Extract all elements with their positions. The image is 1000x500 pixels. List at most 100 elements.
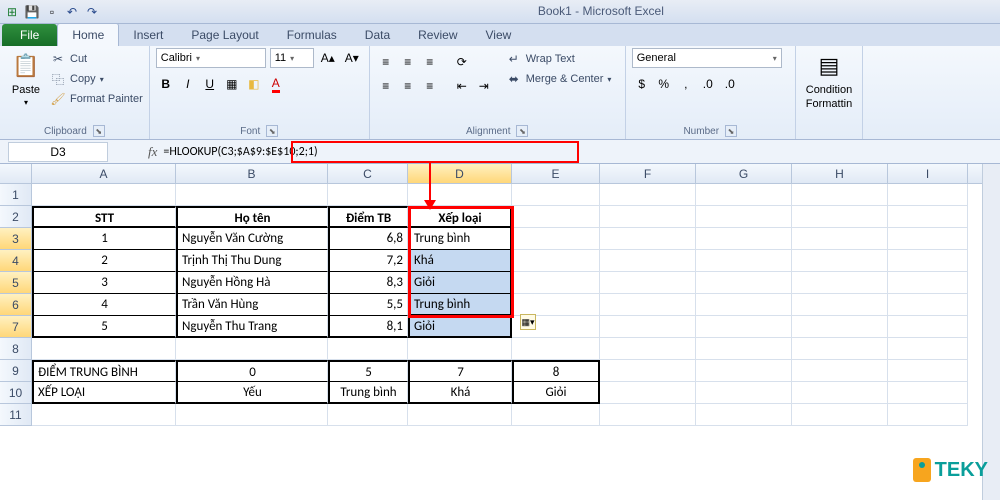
new-icon[interactable]: ▫: [44, 4, 60, 20]
cell[interactable]: [792, 316, 888, 338]
cell[interactable]: [888, 338, 968, 360]
row-4[interactable]: 4: [0, 250, 32, 272]
cell[interactable]: [512, 272, 600, 294]
cell[interactable]: [176, 184, 328, 206]
fill-color-button[interactable]: ◧: [244, 74, 264, 94]
cell[interactable]: [696, 228, 792, 250]
cell[interactable]: [792, 250, 888, 272]
cell[interactable]: [408, 338, 512, 360]
cell[interactable]: [888, 272, 968, 294]
cell[interactable]: [792, 360, 888, 382]
increase-font-icon[interactable]: A▴: [318, 48, 338, 68]
col-D[interactable]: D: [408, 164, 512, 183]
cell[interactable]: Giỏi: [408, 272, 512, 294]
align-bottom-icon[interactable]: ≡: [420, 52, 440, 72]
paste-button[interactable]: 📋 Paste ▾: [6, 48, 46, 109]
decrease-font-icon[interactable]: A▾: [342, 48, 362, 68]
cell[interactable]: [888, 294, 968, 316]
cell[interactable]: 5: [32, 316, 176, 338]
cell[interactable]: Giỏi: [408, 316, 512, 338]
orientation-icon[interactable]: ⟳: [452, 52, 472, 72]
cell[interactable]: Khá: [408, 250, 512, 272]
cell[interactable]: [512, 206, 600, 228]
bold-button[interactable]: B: [156, 74, 176, 94]
cell[interactable]: [512, 250, 600, 272]
conditional-formatting-button[interactable]: ▤ Condition Formattin: [802, 48, 856, 112]
cell[interactable]: [600, 360, 696, 382]
increase-decimal-icon[interactable]: .0: [698, 74, 718, 94]
border-button[interactable]: ▦: [222, 74, 242, 94]
col-I[interactable]: I: [888, 164, 968, 183]
cell[interactable]: STT: [32, 206, 176, 228]
align-right-icon[interactable]: ≡: [420, 76, 440, 96]
select-all-corner[interactable]: [0, 164, 32, 183]
cell[interactable]: 8,3: [328, 272, 408, 294]
tab-view[interactable]: View: [472, 24, 526, 46]
cell[interactable]: XẾP LOẠI: [32, 382, 176, 404]
cell[interactable]: [792, 184, 888, 206]
align-center-icon[interactable]: ≡: [398, 76, 418, 96]
format-painter-button[interactable]: 🖌Format Painter: [50, 90, 143, 108]
row-2[interactable]: 2: [0, 206, 32, 228]
cell[interactable]: Trần Văn Hùng: [176, 294, 328, 316]
number-format-select[interactable]: General▾: [632, 48, 782, 68]
cell[interactable]: [512, 404, 600, 426]
row-11[interactable]: 11: [0, 404, 32, 426]
formula-input[interactable]: =HLOOKUP(C3;$A$9:$E$10;2;1): [157, 143, 1000, 161]
cell[interactable]: [328, 184, 408, 206]
font-name-select[interactable]: Calibri▾: [156, 48, 266, 68]
cell[interactable]: Nguyễn Văn Cường: [176, 228, 328, 250]
cell[interactable]: [888, 360, 968, 382]
col-C[interactable]: C: [328, 164, 408, 183]
cell[interactable]: 8: [512, 360, 600, 382]
cell[interactable]: [696, 404, 792, 426]
undo-icon[interactable]: ↶: [64, 4, 80, 20]
alignment-dialog-icon[interactable]: ⬊: [516, 125, 528, 137]
cell[interactable]: [888, 206, 968, 228]
cell[interactable]: [696, 382, 792, 404]
cell[interactable]: [696, 184, 792, 206]
cell[interactable]: 8,1: [328, 316, 408, 338]
vertical-scrollbar[interactable]: [982, 164, 1000, 500]
cell[interactable]: 7: [408, 360, 512, 382]
row-3[interactable]: 3: [0, 228, 32, 250]
row-6[interactable]: 6: [0, 294, 32, 316]
row-10[interactable]: 10: [0, 382, 32, 404]
cell[interactable]: [792, 404, 888, 426]
cell[interactable]: ĐIỂM TRUNG BÌNH: [32, 360, 176, 382]
row-7[interactable]: 7: [0, 316, 32, 338]
tab-pagelayout[interactable]: Page Layout: [177, 24, 272, 46]
percent-icon[interactable]: %: [654, 74, 674, 94]
cell[interactable]: Xếp loại: [408, 206, 512, 228]
cell[interactable]: 7,2: [328, 250, 408, 272]
cell[interactable]: Trung bình: [408, 294, 512, 316]
cell[interactable]: [696, 338, 792, 360]
cell[interactable]: [792, 272, 888, 294]
cell[interactable]: [888, 404, 968, 426]
cell[interactable]: [600, 184, 696, 206]
tab-data[interactable]: Data: [351, 24, 404, 46]
cell[interactable]: [408, 404, 512, 426]
worksheet-grid[interactable]: A B C D E F G H I 1 2 STT Họ tên Điểm TB…: [0, 164, 1000, 426]
decrease-indent-icon[interactable]: ⇤: [452, 76, 472, 96]
cell[interactable]: Trung bình: [328, 382, 408, 404]
cut-button[interactable]: ✂Cut: [50, 50, 143, 68]
cell[interactable]: [696, 272, 792, 294]
cell[interactable]: 4: [32, 294, 176, 316]
cell[interactable]: 1: [32, 228, 176, 250]
col-F[interactable]: F: [600, 164, 696, 183]
cell[interactable]: 2: [32, 250, 176, 272]
cell[interactable]: [600, 294, 696, 316]
cell[interactable]: Yếu: [176, 382, 328, 404]
cell[interactable]: [512, 338, 600, 360]
name-box[interactable]: D3: [8, 142, 108, 162]
decrease-decimal-icon[interactable]: .0: [720, 74, 740, 94]
cell[interactable]: [600, 316, 696, 338]
redo-icon[interactable]: ↷: [84, 4, 100, 20]
cell[interactable]: [888, 250, 968, 272]
tab-formulas[interactable]: Formulas: [273, 24, 351, 46]
merge-center-button[interactable]: ⬌Merge & Center▾: [506, 70, 612, 88]
cell[interactable]: [328, 404, 408, 426]
cell[interactable]: [696, 250, 792, 272]
col-B[interactable]: B: [176, 164, 328, 183]
